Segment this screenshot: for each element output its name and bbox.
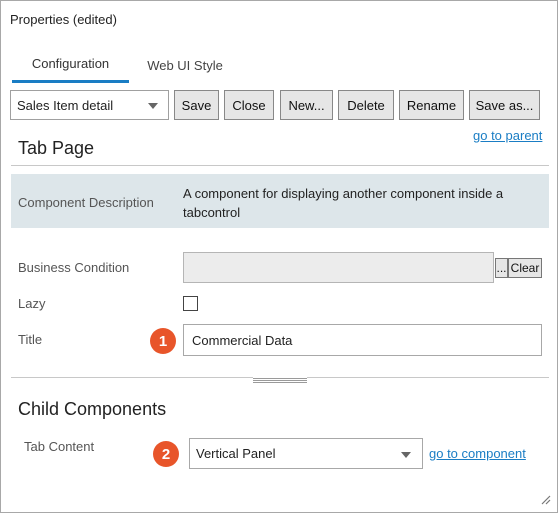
child-components-title: Child Components bbox=[18, 399, 167, 419]
title-input[interactable]: Commercial Data bbox=[183, 324, 542, 356]
save-as-button[interactable]: Save as... bbox=[469, 90, 540, 120]
title-label: Title bbox=[18, 332, 43, 347]
close-button[interactable]: Close bbox=[224, 90, 274, 120]
callout-badge-2: 2 bbox=[153, 441, 179, 467]
new-button[interactable]: New... bbox=[280, 90, 333, 120]
delete-button[interactable]: Delete bbox=[338, 90, 394, 120]
lazy-label: Lazy bbox=[18, 296, 46, 311]
go-to-parent-link[interactable]: go to parent bbox=[473, 128, 542, 143]
resize-grip-icon[interactable] bbox=[539, 493, 551, 505]
lazy-checkbox[interactable] bbox=[183, 296, 198, 311]
component-select[interactable]: Sales Item detail bbox=[10, 90, 169, 120]
splitter-line-left bbox=[11, 377, 253, 378]
chevron-down-icon bbox=[148, 103, 158, 109]
component-select-value: Sales Item detail bbox=[17, 97, 114, 113]
callout-badge-1: 1 bbox=[150, 328, 176, 354]
browse-button[interactable]: ... bbox=[495, 258, 508, 278]
chevron-down-icon bbox=[401, 452, 411, 458]
splitter-handle[interactable] bbox=[253, 378, 307, 383]
component-description-row: Component Description A component for di… bbox=[11, 174, 549, 228]
tab-content-select[interactable]: Vertical Panel bbox=[189, 438, 423, 469]
go-to-component-link[interactable]: go to component bbox=[429, 446, 526, 461]
tab-page-title: Tab Page bbox=[18, 138, 95, 158]
toolbar: Sales Item detail Save Close New... Dele… bbox=[10, 90, 550, 120]
tab-content-label: Tab Content bbox=[24, 439, 95, 454]
save-button[interactable]: Save bbox=[174, 90, 219, 120]
window-title: Properties (edited) bbox=[10, 12, 117, 27]
business-condition-input[interactable] bbox=[183, 252, 494, 283]
properties-window: Properties (edited) Configuration Web UI… bbox=[0, 0, 558, 513]
tab-bar: Configuration Web UI Style bbox=[12, 47, 550, 83]
tab-configuration[interactable]: Configuration bbox=[12, 47, 129, 83]
component-description-label: Component Description bbox=[18, 195, 154, 210]
tab-web-ui-style[interactable]: Web UI Style bbox=[133, 47, 237, 83]
clear-button[interactable]: Clear bbox=[508, 258, 542, 278]
splitter-line-right bbox=[307, 377, 549, 378]
business-condition-label: Business Condition bbox=[18, 260, 130, 275]
component-description-text: A component for displaying another compo… bbox=[183, 186, 504, 220]
divider bbox=[11, 165, 549, 166]
rename-button[interactable]: Rename bbox=[399, 90, 464, 120]
tab-content-value: Vertical Panel bbox=[196, 446, 276, 461]
